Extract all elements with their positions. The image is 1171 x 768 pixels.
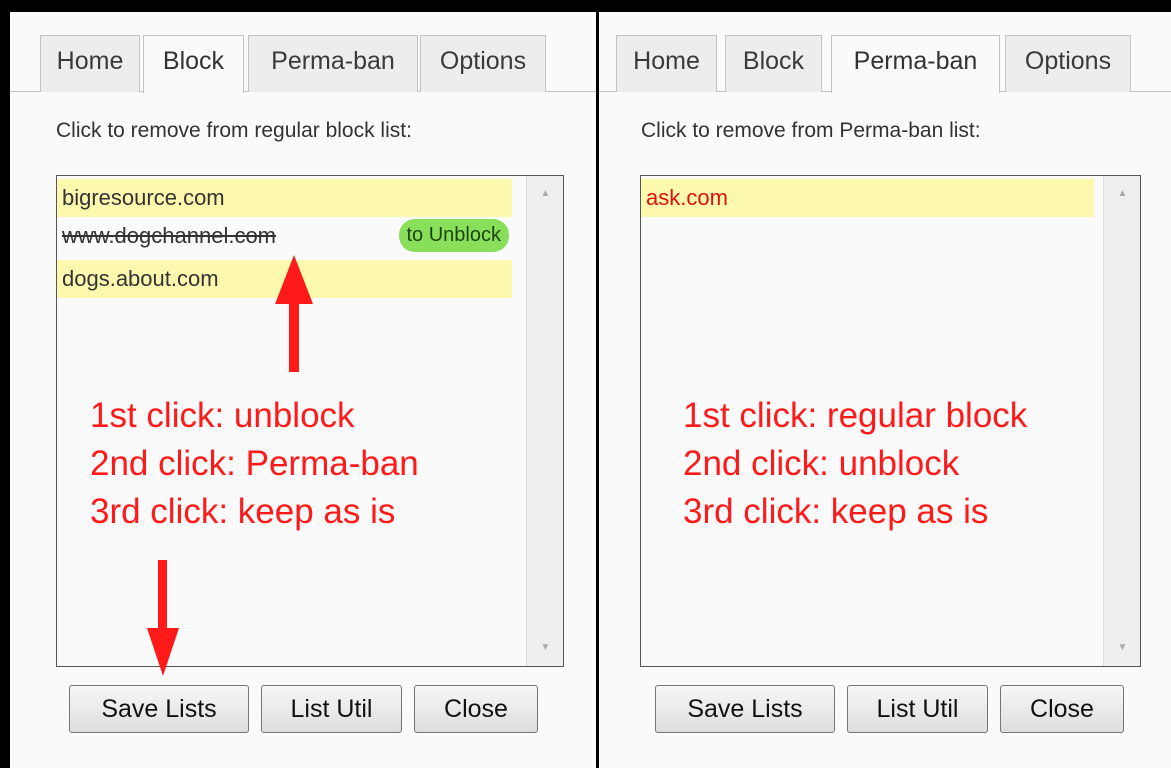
close-button[interactable]: Close bbox=[1000, 685, 1124, 733]
annotation-line: 3rd click: keep as is bbox=[683, 492, 989, 531]
arrow-down-icon bbox=[147, 560, 179, 676]
tab-bar: Home Block Perma-ban Options bbox=[599, 35, 1171, 93]
save-lists-button[interactable]: Save Lists bbox=[69, 685, 249, 733]
list-util-button[interactable]: List Util bbox=[847, 685, 988, 733]
scroll-up-icon[interactable]: ▲ bbox=[1104, 176, 1140, 212]
tab-perma-ban[interactable]: Perma-ban bbox=[831, 35, 1000, 93]
close-button[interactable]: Close bbox=[414, 685, 538, 733]
list-util-button[interactable]: List Util bbox=[261, 685, 402, 733]
arrow-icons bbox=[147, 255, 313, 676]
perma-ban-panel: Home Block Perma-ban Options Click to re… bbox=[599, 12, 1171, 768]
list-item-text: ask.com bbox=[646, 185, 728, 210]
annotation-line: 2nd click: unblock bbox=[683, 444, 960, 483]
arrow-up-icon bbox=[275, 255, 313, 372]
tab-home[interactable]: Home bbox=[616, 35, 717, 92]
list-scrollbar[interactable]: ▲ ▼ bbox=[1103, 176, 1140, 666]
annotation-line: 1st click: regular block bbox=[683, 396, 1028, 435]
tab-options[interactable]: Options bbox=[1005, 35, 1131, 92]
scroll-down-icon[interactable]: ▼ bbox=[1104, 630, 1140, 666]
block-panel: Home Block Perma-ban Options Click to re… bbox=[10, 12, 596, 768]
list-item[interactable]: ask.com bbox=[641, 179, 1094, 217]
save-lists-button[interactable]: Save Lists bbox=[655, 685, 835, 733]
instruction-text: Click to remove from Perma-ban list: bbox=[641, 119, 981, 142]
tab-block[interactable]: Block bbox=[725, 35, 822, 92]
annotation-note: 1st click: regular block 2nd click: unbl… bbox=[683, 392, 1027, 536]
